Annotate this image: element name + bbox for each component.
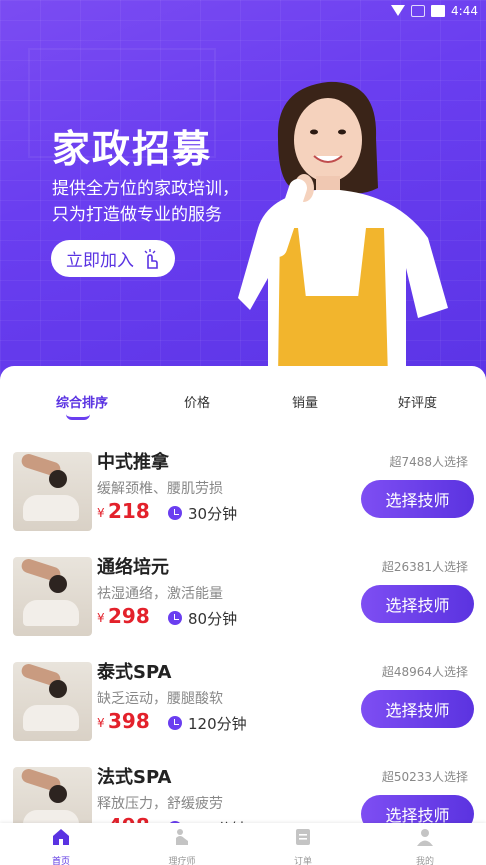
service-duration: 80分钟 [188, 610, 238, 628]
nav-profile[interactable]: 我的 [395, 827, 455, 865]
banner-subtitle-line1: 提供全方位的家政培训， [52, 179, 239, 199]
sold-count: 超7488人选择 [389, 455, 468, 469]
active-tab-indicator [66, 414, 90, 420]
list-item[interactable]: 中式推拿 缓解颈椎、腰肌劳损 ¥ 218 30分钟 超7488人选择 选择技师 [0, 448, 486, 548]
tab-sales[interactable]: 销量 [292, 392, 318, 411]
currency-symbol: ¥ [97, 506, 105, 520]
service-description: 缓解颈椎、腰肌劳损 [97, 481, 223, 497]
status-bar: 4:44 [0, 0, 486, 22]
clock-icon [168, 611, 182, 625]
banner-title: 家政招募 [52, 127, 213, 171]
nav-label-profile: 我的 [415, 857, 434, 865]
sim-icon [411, 5, 426, 17]
service-price: 218 [108, 499, 150, 523]
currency-symbol: ¥ [97, 611, 105, 625]
battery-icon [431, 5, 446, 17]
status-time: 4:44 [451, 4, 478, 18]
service-name: 法式SPA [97, 767, 172, 788]
profile-icon [417, 829, 433, 846]
order-icon [296, 829, 310, 845]
nav-home[interactable]: 首页 [31, 827, 91, 865]
currency-symbol: ¥ [97, 716, 105, 730]
choose-technician-button[interactable]: 选择技师 [361, 690, 474, 728]
service-list-panel: 综合排序 价格 销量 好评度 中式推拿 缓解颈椎、腰肌劳损 ¥ 218 30分钟… [0, 366, 486, 865]
service-description: 释放压力，舒缓疲劳 [97, 796, 223, 812]
nav-therapist[interactable]: 理疗师 [152, 827, 212, 865]
woman-illustration [238, 81, 448, 378]
sold-count: 超50233人选择 [381, 770, 468, 784]
service-name: 通络培元 [97, 557, 169, 578]
clock-icon [168, 716, 182, 730]
nav-label-home: 首页 [51, 857, 70, 865]
bottom-navigation: 首页 理疗师 订单 我的 [0, 823, 486, 865]
service-thumbnail [13, 557, 92, 636]
service-price: 298 [108, 604, 150, 628]
join-button-label: 立即加入 [66, 251, 134, 271]
choose-technician-button[interactable]: 选择技师 [361, 480, 474, 518]
join-button[interactable]: 立即加入 [51, 240, 175, 277]
service-description: 缺乏运动，腰腿酸软 [97, 691, 223, 707]
tab-rating[interactable]: 好评度 [398, 392, 437, 411]
nav-label-orders: 订单 [293, 857, 312, 865]
clock-icon [168, 506, 182, 520]
list-item[interactable]: 泰式SPA 缺乏运动，腰腿酸软 ¥ 398 120分钟 超48964人选择 选择… [0, 658, 486, 758]
wifi-icon [391, 5, 406, 17]
service-description: 祛湿通络，激活能量 [97, 586, 223, 602]
list-item[interactable]: 通络培元 祛湿通络，激活能量 ¥ 298 80分钟 超26381人选择 选择技师 [0, 553, 486, 653]
therapist-icon [176, 829, 188, 845]
home-icon [53, 829, 69, 845]
service-duration: 30分钟 [188, 505, 238, 523]
service-name: 中式推拿 [97, 452, 169, 473]
service-name: 泰式SPA [97, 662, 172, 683]
sold-count: 超26381人选择 [381, 560, 468, 574]
nav-label-therapist: 理疗师 [168, 857, 196, 865]
banner-subtitle: 提供全方位的家政培训， 只为打造做专业的服务 [52, 176, 239, 228]
service-duration: 120分钟 [188, 715, 247, 733]
banner-subtitle-line2: 只为打造做专业的服务 [52, 205, 222, 225]
service-price: 398 [108, 709, 150, 733]
nav-orders[interactable]: 订单 [273, 827, 333, 865]
tab-price[interactable]: 价格 [184, 392, 210, 411]
hero-banner[interactable]: 4:44 家政招募 提供全方位的家政培训， 只为打造做专业的服务 立即加入 [0, 0, 486, 385]
service-thumbnail [13, 662, 92, 741]
sold-count: 超48964人选择 [381, 665, 468, 679]
pointer-hand-icon [144, 248, 158, 269]
choose-technician-button[interactable]: 选择技师 [361, 585, 474, 623]
tab-comprehensive[interactable]: 综合排序 [56, 392, 108, 411]
service-thumbnail [13, 452, 92, 531]
